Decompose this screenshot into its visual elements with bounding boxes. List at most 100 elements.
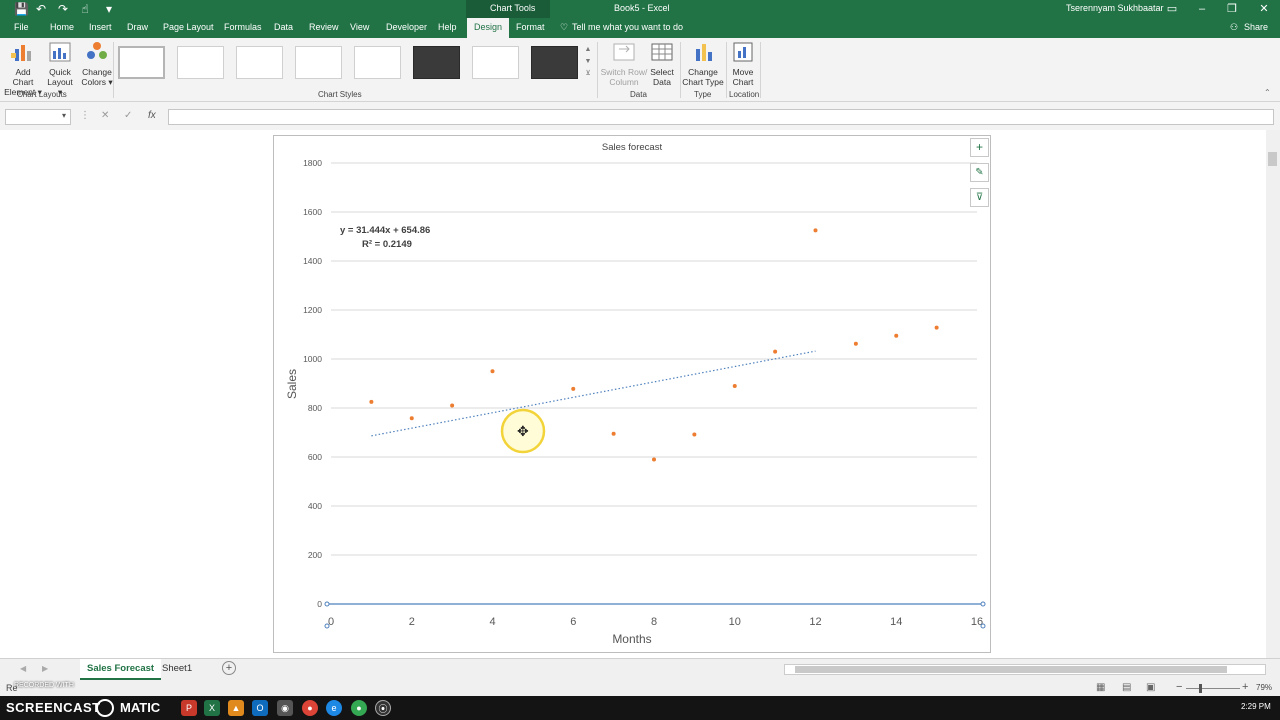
customize-qat-icon[interactable]: ▾ — [102, 2, 116, 16]
chart-elements-button[interactable]: + — [970, 138, 989, 157]
zoom-in-button[interactable]: + — [1242, 681, 1248, 693]
edge-taskbar-icon[interactable]: e — [326, 700, 342, 716]
chart-style-3[interactable] — [236, 46, 283, 79]
restore-icon[interactable]: ❐ — [1222, 2, 1242, 16]
zoom-slider-thumb[interactable] — [1199, 684, 1202, 693]
screencast-logo — [96, 699, 114, 717]
browser-taskbar-icon[interactable]: ● — [351, 700, 367, 716]
select-data-button[interactable]: Select Data — [648, 41, 676, 87]
ribbon-display-icon[interactable]: ▭ — [1162, 2, 1182, 16]
chart-object[interactable]: 0 200 400 600 800 1000 1200 1400 1600 1800 024681… — [273, 135, 991, 653]
powerpoint-taskbar-icon[interactable]: P — [181, 700, 197, 716]
zoom-out-button[interactable]: − — [1176, 681, 1182, 693]
touch-mode-icon[interactable]: ☝ — [78, 2, 92, 16]
chart-style-1[interactable] — [118, 46, 165, 79]
formula-input[interactable] — [168, 109, 1274, 125]
type-group-label: Type — [694, 90, 712, 99]
tab-home[interactable]: Home — [50, 22, 74, 32]
switch-row-column-button[interactable]: Switch Row/ Column — [600, 41, 648, 87]
x-axis-title[interactable]: Months — [612, 632, 651, 646]
tab-draw[interactable]: Draw — [127, 22, 148, 32]
axis-selection-handle[interactable] — [980, 601, 986, 607]
change-colors-button[interactable]: Change Colors ▾ — [80, 41, 114, 87]
tab-insert[interactable]: Insert — [89, 22, 112, 32]
change-chart-type-button[interactable]: Change Chart Type — [682, 41, 724, 87]
tab-page-layout[interactable]: Page Layout — [163, 22, 214, 32]
scatter-chart: 020040060080010001200140016001800 024681… — [285, 142, 986, 646]
share-icon[interactable]: ⚇ — [1230, 22, 1238, 33]
context-group-label: Chart Tools — [490, 3, 536, 13]
chart-style-5[interactable] — [354, 46, 401, 79]
normal-view-icon[interactable]: ▦ — [1096, 682, 1105, 693]
sheet-tab-sales-forecast[interactable]: Sales Forecast — [80, 659, 162, 680]
tab-formulas[interactable]: Formulas — [224, 22, 262, 32]
axis-selection-handle[interactable] — [980, 623, 986, 629]
windows-taskbar: SCREENCAST MATIC P X ▲ O ◉ ● e ● ⦿ 2:29 … — [0, 696, 1280, 720]
cancel-icon[interactable]: ✕ — [101, 110, 109, 121]
redo-icon[interactable]: ↷ — [56, 2, 70, 16]
y-axis-title[interactable]: Sales — [285, 369, 299, 399]
tab-scroll-right-icon[interactable]: ▶ — [42, 664, 48, 673]
minimize-icon[interactable]: – — [1192, 2, 1212, 16]
vertical-scrollbar[interactable] — [1266, 130, 1280, 658]
gallery-scroll[interactable]: ▲ ▼ ⊻ — [583, 44, 593, 82]
chart-style-2[interactable] — [177, 46, 224, 79]
r-squared-label[interactable]: R² = 0.2149 — [362, 239, 412, 250]
outlook-taskbar-icon[interactable]: O — [252, 700, 268, 716]
y-tick-label: 1800 — [303, 158, 322, 168]
page-break-view-icon[interactable]: ▣ — [1146, 682, 1155, 693]
tab-view[interactable]: View — [350, 22, 369, 32]
chart-style-6[interactable] — [413, 46, 460, 79]
chart-styles-brush-button[interactable]: ✎ — [970, 163, 989, 182]
change-colors-label: Change Colors ▾ — [81, 67, 113, 87]
quick-layout-button[interactable]: Quick Layout ▾ — [44, 41, 76, 97]
tab-help[interactable]: Help — [438, 22, 457, 32]
data-point — [692, 432, 697, 437]
undo-icon[interactable]: ↶ — [34, 2, 48, 16]
excel-taskbar-icon[interactable]: X — [204, 700, 220, 716]
add-chart-element-button[interactable]: Add Chart Element ▾ — [4, 41, 42, 97]
scroll-thumb[interactable] — [1268, 152, 1277, 166]
tab-scroll-left-icon[interactable]: ◀ — [20, 664, 26, 673]
collapse-ribbon-icon[interactable]: ⌃ — [1264, 88, 1271, 97]
save-icon[interactable]: 💾 — [14, 2, 29, 16]
tell-me-box[interactable]: Tell me what you want to do — [572, 22, 683, 32]
move-chart-label: Move Chart — [732, 67, 754, 87]
name-box[interactable]: ▾ — [5, 109, 71, 125]
axis-selection-handle[interactable] — [324, 623, 330, 629]
chrome-taskbar-icon[interactable]: ● — [302, 700, 318, 716]
tab-design[interactable]: Design — [467, 18, 510, 38]
chevron-down-icon[interactable]: ▾ — [62, 111, 66, 120]
chart-filters-button[interactable]: ⊽ — [970, 188, 989, 207]
sheet-tab-sheet1[interactable]: Sheet1 — [155, 659, 199, 680]
vlc-taskbar-icon[interactable]: ▲ — [228, 700, 244, 716]
recorder-taskbar-icon[interactable]: ⦿ — [375, 700, 391, 716]
enter-icon[interactable]: ✓ — [124, 110, 132, 121]
tab-file[interactable]: File — [14, 22, 29, 32]
horizontal-scrollbar[interactable] — [784, 664, 1266, 675]
tab-developer[interactable]: Developer — [386, 22, 427, 32]
tab-data[interactable]: Data — [274, 22, 293, 32]
chart-title[interactable]: Sales forecast — [602, 142, 663, 153]
trendline-equation[interactable]: y = 31.444x + 654.86 — [340, 225, 430, 236]
tab-format[interactable]: Format — [516, 22, 545, 32]
page-layout-view-icon[interactable]: ▤ — [1122, 682, 1131, 693]
move-chart-button[interactable]: Move Chart — [728, 41, 758, 87]
zoom-slider[interactable] — [1186, 684, 1240, 693]
scroll-thumb[interactable] — [795, 666, 1227, 673]
insert-function-icon[interactable]: fx — [148, 110, 156, 121]
axis-selection-handle[interactable] — [324, 601, 330, 607]
tab-review[interactable]: Review — [309, 22, 339, 32]
new-sheet-button[interactable]: + — [222, 661, 236, 675]
zoom-level[interactable]: 79% — [1256, 683, 1272, 692]
share-button[interactable]: Share — [1244, 22, 1268, 32]
chart-style-7[interactable] — [472, 46, 519, 79]
close-icon[interactable]: ✕ — [1254, 2, 1274, 16]
chart-style-4[interactable] — [295, 46, 342, 79]
data-point — [773, 349, 778, 354]
group-separator — [760, 42, 761, 98]
chart-style-8[interactable] — [531, 46, 578, 79]
user-name[interactable]: Tserennyam Sukhbaatar — [1066, 3, 1164, 13]
app-taskbar-icon[interactable]: ◉ — [277, 700, 293, 716]
quick-layout-icon — [49, 42, 71, 62]
